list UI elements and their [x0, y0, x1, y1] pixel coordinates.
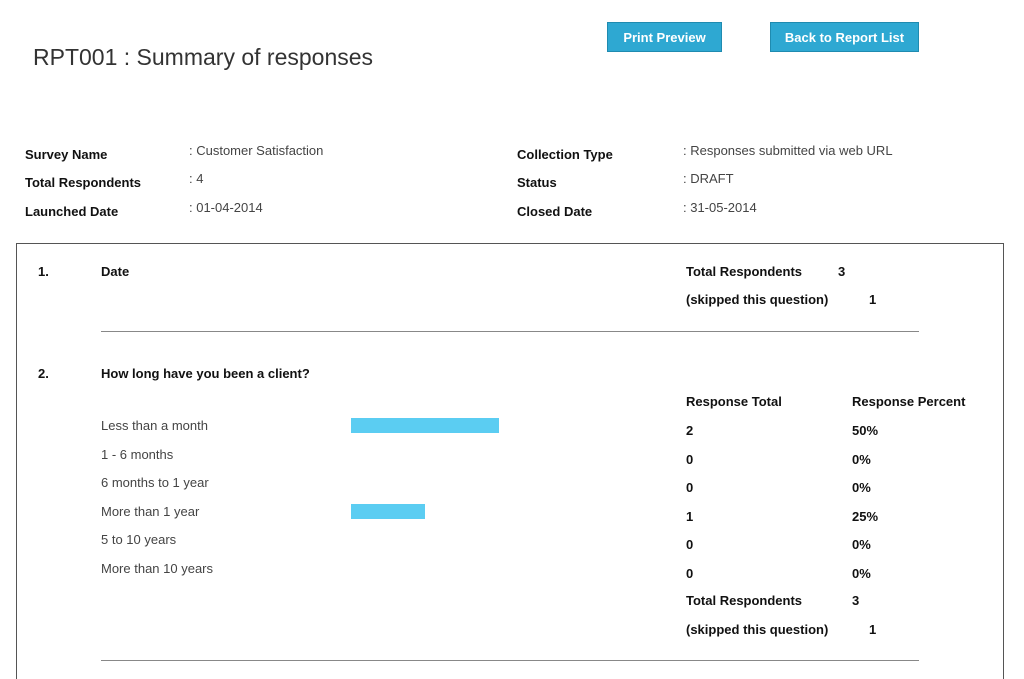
- page-title: RPT001 : Summary of responses: [33, 44, 374, 70]
- question-1-skipped-value: 1: [869, 292, 877, 307]
- closed-date-value: : 31-05-2014: [683, 200, 757, 215]
- question-1-total-value: 3: [838, 264, 846, 279]
- question-2-skipped-value: 1: [869, 622, 877, 637]
- launched-date-label: Launched Date: [25, 204, 119, 219]
- survey-name-value: : Customer Satisfaction: [189, 143, 324, 158]
- option-response-percent: 0%: [852, 480, 871, 495]
- option-label: 1 - 6 months: [101, 446, 174, 462]
- option-label: 5 to 10 years: [101, 532, 177, 547]
- print-preview-button[interactable]: Print Preview: [607, 22, 722, 52]
- status-label: Status: [517, 175, 557, 190]
- response-total-header: Response Total: [686, 394, 782, 409]
- status-value: : DRAFT: [683, 171, 734, 186]
- question-2-skipped-label: (skipped this question): [686, 622, 829, 637]
- option-response-percent: 0%: [852, 537, 871, 552]
- option-response-percent: 25%: [852, 508, 879, 524]
- collection-type-value: : Responses submitted via web URL: [683, 143, 893, 158]
- response-percent-header: Response Percent: [852, 394, 966, 409]
- launched-date-value: : 01-04-2014: [189, 200, 263, 215]
- question-2-total-value: 3: [852, 593, 860, 608]
- option-response-total: 0: [686, 480, 694, 495]
- option-response-total: 0: [686, 537, 694, 552]
- question-1-total-label: Total Respondents: [686, 264, 803, 279]
- option-label: Less than a month: [101, 418, 208, 433]
- total-respondents-value: : 4: [189, 171, 204, 186]
- divider: [101, 660, 919, 661]
- option-response-percent: 50%: [852, 423, 879, 438]
- option-label: More than 1 year: [101, 503, 200, 519]
- response-bar: [351, 418, 499, 433]
- option-response-total: 0: [686, 565, 694, 581]
- question-2-total-label: Total Respondents: [686, 593, 803, 608]
- option-response-total: 0: [686, 451, 694, 467]
- question-1-title: Date: [101, 264, 130, 279]
- collection-type-label: Collection Type: [517, 147, 613, 162]
- closed-date-label: Closed Date: [517, 204, 593, 219]
- option-response-total: 1: [686, 508, 694, 524]
- response-bar: [351, 503, 425, 519]
- question-1-skipped-label: (skipped this question): [686, 292, 829, 307]
- divider: [101, 331, 919, 332]
- option-label: 6 months to 1 year: [101, 475, 209, 490]
- total-respondents-label: Total Respondents: [25, 175, 142, 190]
- back-to-report-list-button[interactable]: Back to Report List: [770, 22, 919, 52]
- option-label: More than 10 years: [101, 560, 214, 576]
- question-2-title: How long have you been a client?: [101, 366, 310, 381]
- question-1-number: 1.: [38, 264, 49, 279]
- option-response-percent: 0%: [852, 565, 871, 581]
- option-response-percent: 0%: [852, 451, 871, 467]
- option-response-total: 2: [686, 423, 694, 438]
- survey-name-label: Survey Name: [25, 147, 108, 162]
- question-2-number: 2.: [38, 366, 49, 381]
- report-panel: 1. Date Total Respondents 3 (skipped thi…: [16, 243, 1004, 679]
